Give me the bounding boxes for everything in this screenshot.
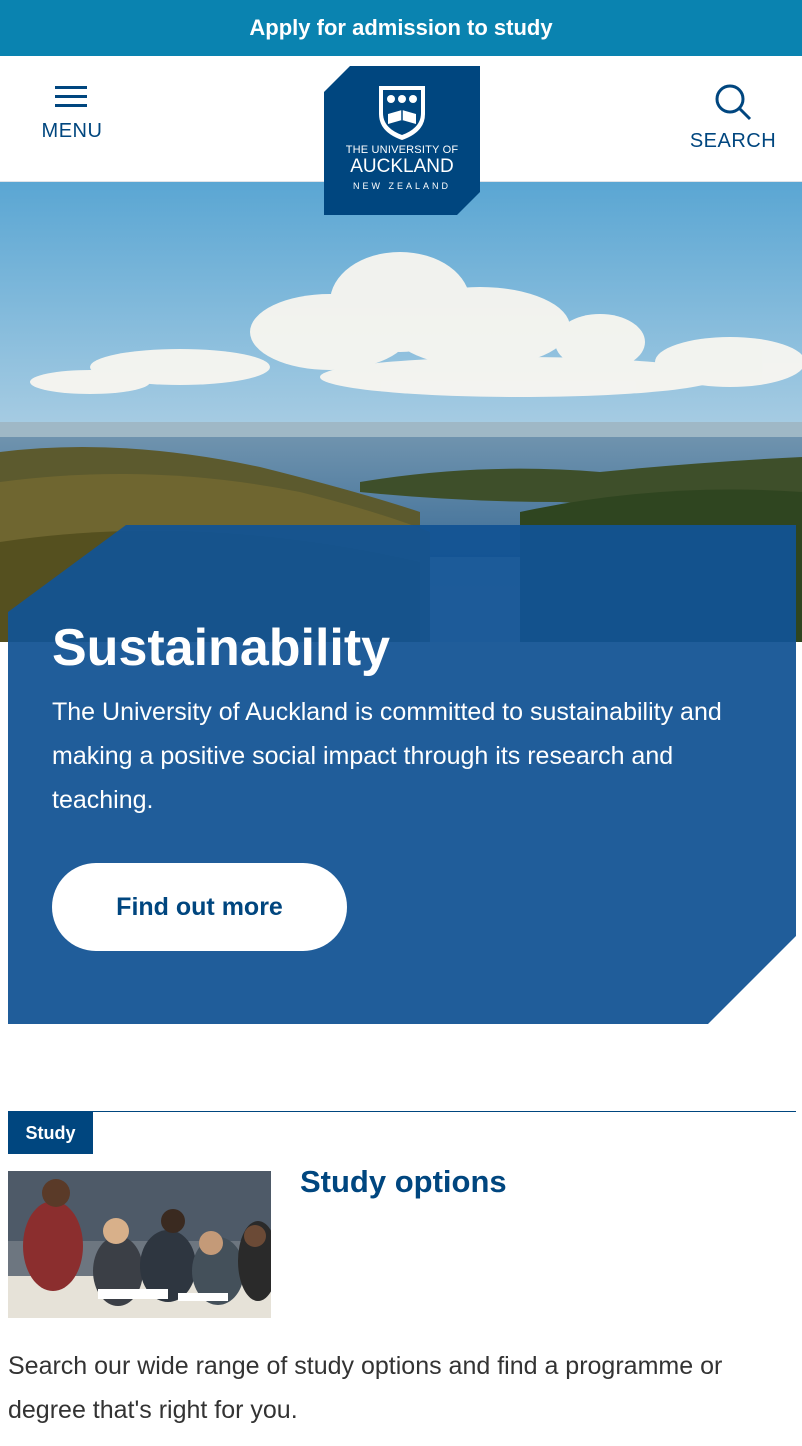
study-options-image[interactable] — [8, 1171, 271, 1318]
logo-line-2: AUCKLAND — [350, 156, 454, 177]
find-out-more-button[interactable]: Find out more — [52, 863, 347, 951]
search-label: SEARCH — [689, 130, 777, 152]
menu-label: MENU — [41, 120, 103, 142]
search-button[interactable]: SEARCH — [688, 82, 778, 162]
category-tag: Study — [8, 1112, 93, 1154]
logo-line-1: THE UNIVERSITY OF — [345, 144, 459, 156]
hamburger-icon — [55, 86, 87, 107]
search-icon — [715, 84, 752, 121]
hero-title: Sustainability — [52, 619, 391, 677]
menu-button[interactable]: MENU — [30, 82, 114, 162]
study-options-link[interactable]: Study options — [300, 1164, 507, 1200]
university-logo[interactable]: THE UNIVERSITY OF AUCKLAND NEW ZEALAND — [324, 66, 480, 215]
logo-background — [324, 66, 480, 215]
hero-description: The University of Auckland is committed … — [52, 698, 722, 814]
logo-line-3: NEW ZEALAND — [352, 181, 451, 191]
section-divider — [8, 1111, 796, 1112]
study-options-description: Search our wide range of study options a… — [8, 1352, 723, 1424]
apply-banner-link[interactable]: Apply for admission to study — [0, 0, 802, 56]
